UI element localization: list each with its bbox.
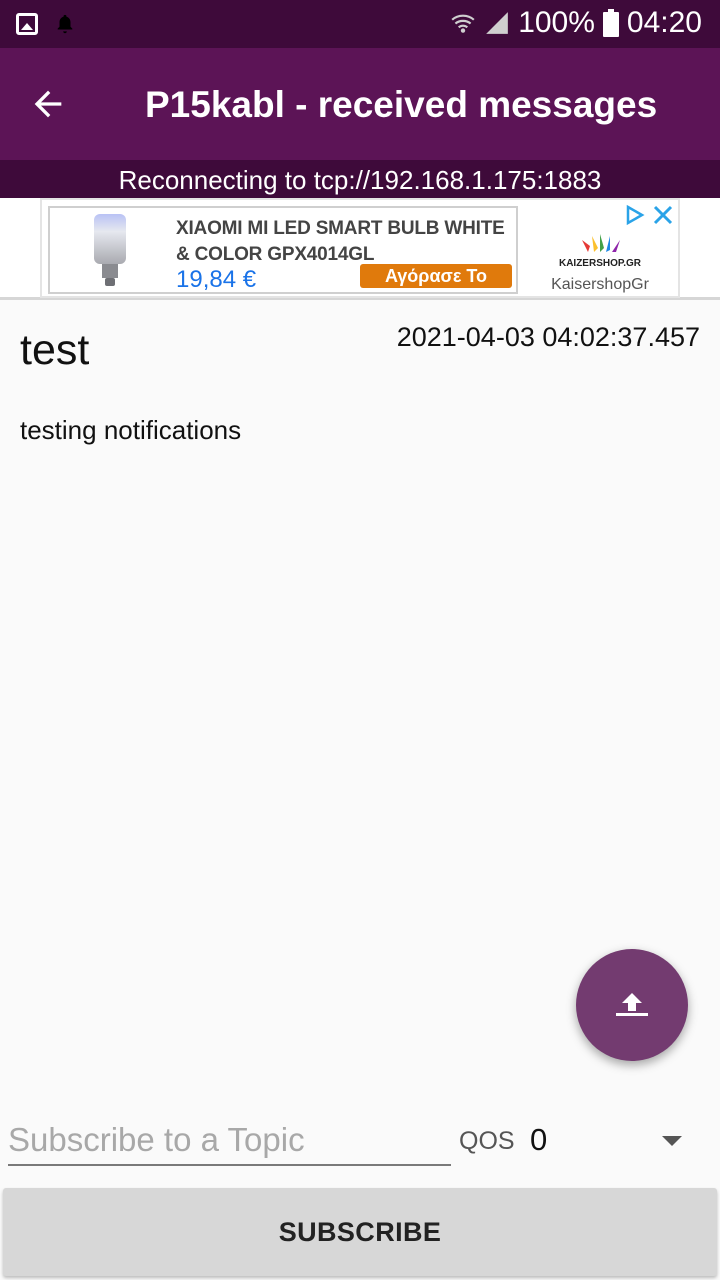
arrow-back-icon[interactable] [28, 84, 68, 124]
page-title: P15kabl - received messages [145, 84, 658, 125]
kaizershop-logo: KAIZERSHOP.GR [559, 234, 642, 269]
publish-icon [616, 993, 648, 1016]
ad-advertiser-panel[interactable]: KAIZERSHOP.GR KaisershopGr [520, 200, 680, 298]
ad-banner[interactable]: XIAOMI MI LED SMART BULB WHITE & COLOR G… [40, 198, 680, 298]
signal-icon [486, 12, 509, 34]
battery-icon [602, 9, 619, 37]
message-timestamp: 2021-04-03 04:02:37.457 [396, 322, 700, 352]
subscribe-topic-input[interactable] [8, 1116, 451, 1166]
light-bulb-image [94, 214, 126, 286]
ad-price: 19,84 € [176, 266, 257, 293]
image-icon [16, 13, 38, 35]
qos-label: QOS [459, 1127, 515, 1155]
battery-percent: 100% [518, 6, 595, 39]
close-icon[interactable] [652, 204, 674, 226]
notification-bell-icon [57, 14, 73, 34]
ad-banner-container: XIAOMI MI LED SMART BULB WHITE & COLOR G… [0, 198, 720, 300]
connection-status-banner: Reconnecting to tcp://192.168.1.175:1883 [0, 160, 720, 198]
status-bar: 100% 04:20 [0, 0, 720, 48]
publish-fab-button[interactable] [576, 949, 688, 1061]
wifi-icon [451, 14, 475, 33]
subscribe-button[interactable]: SUBSCRIBE [3, 1188, 717, 1276]
ad-buy-button[interactable]: Αγόρασε Το [360, 264, 512, 288]
message-body: testing notifications [20, 415, 242, 445]
app-bar: P15kabl - received messages [0, 48, 720, 160]
ad-product-card[interactable]: XIAOMI MI LED SMART BULB WHITE & COLOR G… [48, 206, 518, 294]
status-time: 04:20 [626, 6, 702, 39]
qos-value: 0 [530, 1122, 548, 1157]
ad-advertiser-name: KaisershopGr [551, 276, 649, 293]
ad-product-name: XIAOMI MI LED SMART BULB WHITE & COLOR G… [176, 218, 505, 265]
dropdown-arrow-icon [662, 1136, 682, 1146]
ad-choices-icon[interactable] [624, 204, 646, 226]
message-topic: test [20, 326, 90, 374]
qos-dropdown[interactable]: 0 [520, 1116, 700, 1166]
svg-text:KAIZERSHOP.GR: KAIZERSHOP.GR [559, 258, 642, 269]
